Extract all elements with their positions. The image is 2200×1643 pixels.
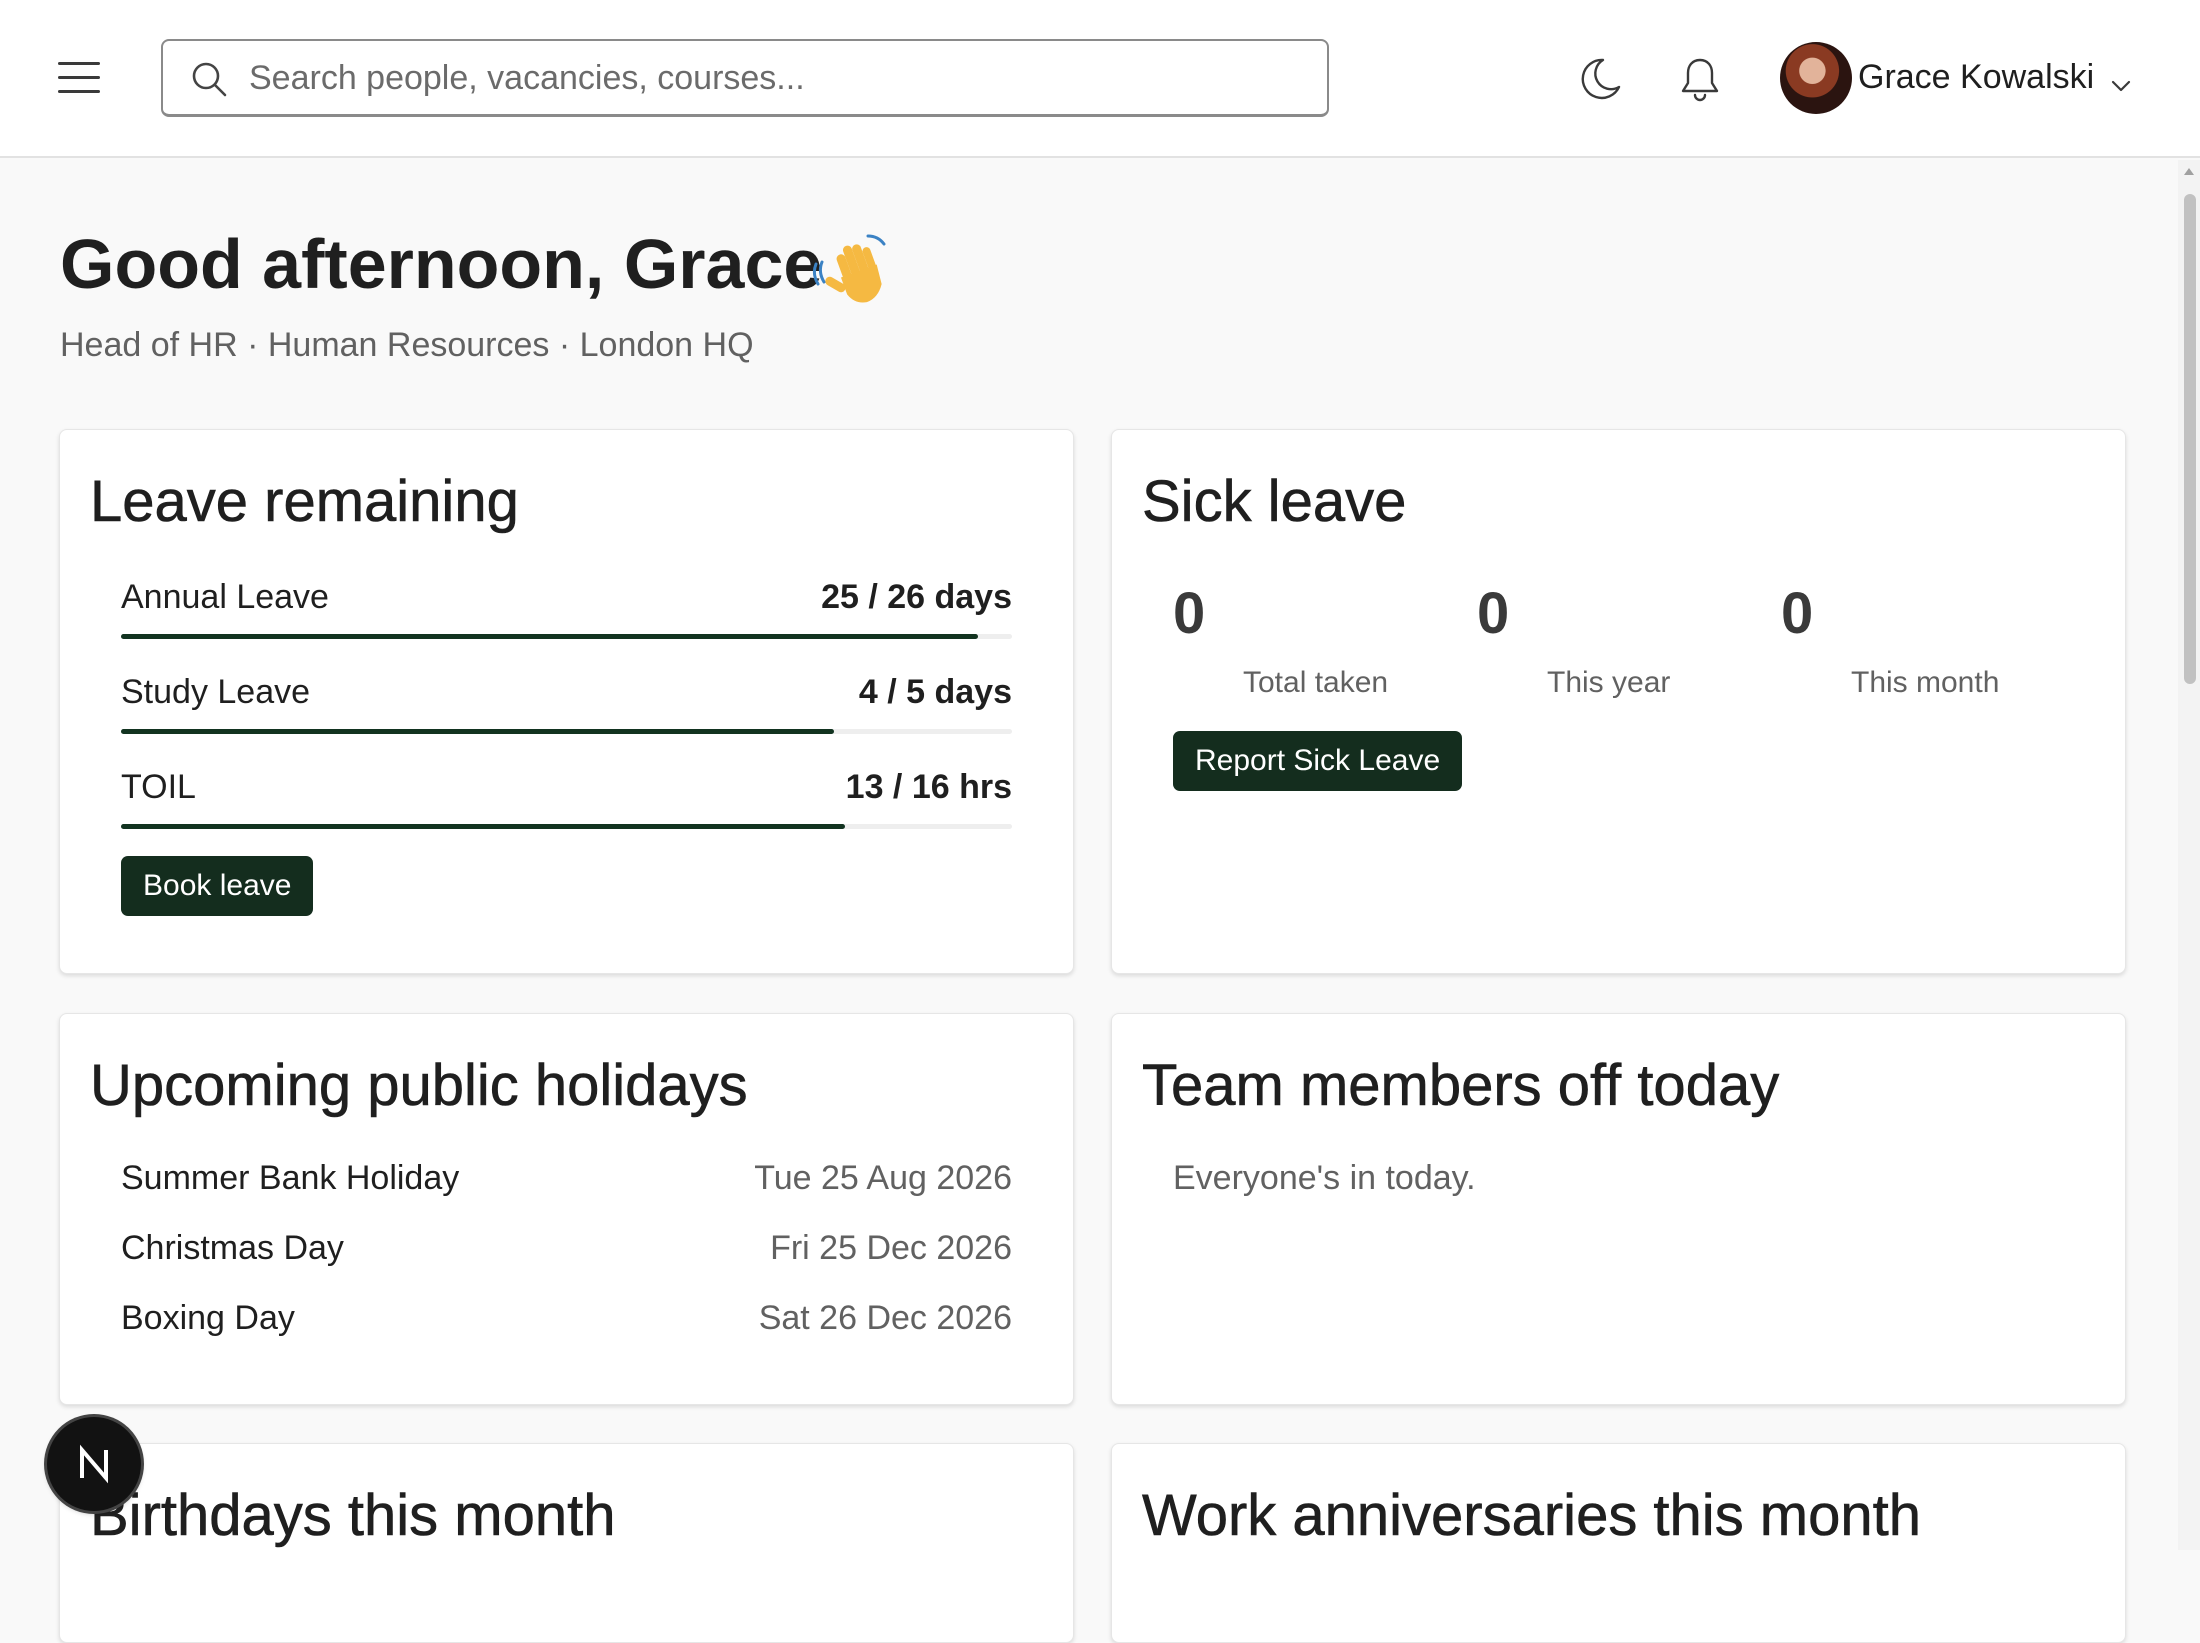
search-box[interactable] — [161, 39, 1329, 117]
empty-state-text: Everyone's in today. — [1173, 1159, 1476, 1197]
stat-label: This month — [1851, 666, 2000, 699]
search-input[interactable] — [247, 49, 1311, 107]
leave-label: Annual Leave — [121, 578, 329, 616]
sick-leave-card: Sick leave 0 Total taken 0 This year 0 T… — [1111, 429, 2126, 974]
leave-row-study: Study Leave 4 / 5 days — [121, 673, 1012, 734]
user-role-subtitle: Head of HR · Human Resources · London HQ — [60, 326, 754, 364]
leave-row-toil: TOIL 13 / 16 hrs — [121, 768, 1012, 829]
avatar[interactable] — [1780, 42, 1852, 114]
dev-tools-button[interactable] — [47, 1417, 141, 1511]
bell-icon — [1681, 58, 1719, 102]
leave-label: TOIL — [121, 768, 196, 806]
stat-this-year: 0 This year — [1477, 580, 1757, 700]
user-name: Grace Kowalski — [1858, 58, 2095, 96]
search-icon — [192, 62, 227, 97]
stat-label: This year — [1547, 666, 1671, 699]
leave-value: 25 / 26 days — [821, 578, 1012, 616]
team-off-today-card: Team members off today Everyone's in tod… — [1111, 1013, 2126, 1405]
holiday-date: Sat 26 Dec 2026 — [758, 1299, 1012, 1337]
public-holidays-card: Upcoming public holidays Summer Bank Hol… — [59, 1013, 1074, 1405]
stat-total-taken: 0 Total taken — [1173, 580, 1453, 700]
scroll-thumb[interactable] — [2184, 194, 2196, 684]
holiday-date: Fri 25 Dec 2026 — [770, 1229, 1012, 1267]
scroll-up-arrow-icon[interactable] — [2184, 168, 2194, 175]
card-title: Work anniversaries this month — [1142, 1483, 1922, 1549]
menu-icon[interactable] — [58, 60, 100, 94]
chevron-down-icon — [2111, 80, 2131, 92]
holiday-name: Boxing Day — [121, 1299, 295, 1337]
book-leave-button[interactable]: Book leave — [121, 856, 314, 916]
moon-icon — [1581, 58, 1621, 100]
progress-fill — [121, 824, 845, 829]
list-item: Christmas Day Fri 25 Dec 2026 — [121, 1229, 1012, 1273]
holiday-name: Summer Bank Holiday — [121, 1159, 460, 1197]
holiday-date: Tue 25 Aug 2026 — [754, 1159, 1012, 1197]
stat-value: 0 — [1173, 581, 1206, 646]
progress-fill — [121, 729, 834, 734]
progress-track — [121, 634, 1012, 639]
leave-label: Study Leave — [121, 673, 311, 711]
page-title: Good afternoon, Grace — [60, 225, 823, 303]
leave-remaining-card: Leave remaining Annual Leave 25 / 26 day… — [59, 429, 1074, 974]
theme-toggle-button[interactable] — [1572, 51, 1628, 107]
work-anniversaries-card: Work anniversaries this month — [1111, 1443, 2126, 1643]
user-menu[interactable]: Grace Kowalski — [1780, 42, 2140, 116]
card-title: Leave remaining — [90, 469, 519, 535]
n-logo-icon — [80, 1444, 108, 1484]
birthdays-card: Birthdays this month — [59, 1443, 1074, 1643]
progress-fill — [121, 634, 978, 639]
stat-value: 0 — [1781, 581, 1814, 646]
leave-row-annual: Annual Leave 25 / 26 days — [121, 578, 1012, 639]
page-scrollbar[interactable] — [2178, 160, 2200, 1550]
card-title: Upcoming public holidays — [90, 1053, 748, 1119]
list-item: Summer Bank Holiday Tue 25 Aug 2026 — [121, 1159, 1012, 1203]
leave-value: 13 / 16 hrs — [845, 768, 1012, 806]
leave-value: 4 / 5 days — [858, 673, 1012, 711]
top-bar: Grace Kowalski — [0, 0, 2200, 158]
progress-track — [121, 824, 1012, 829]
stat-label: Total taken — [1243, 666, 1389, 699]
stat-value: 0 — [1477, 581, 1510, 646]
stat-this-month: 0 This month — [1781, 580, 2061, 700]
progress-track — [121, 729, 1012, 734]
waving-hand-icon — [812, 234, 886, 303]
report-sick-leave-button[interactable]: Report Sick Leave — [1173, 731, 1463, 791]
notifications-button[interactable] — [1672, 51, 1728, 107]
list-item: Boxing Day Sat 26 Dec 2026 — [121, 1299, 1012, 1343]
card-title: Birthdays this month — [90, 1483, 616, 1549]
card-title: Sick leave — [1142, 469, 1407, 535]
holiday-name: Christmas Day — [121, 1229, 344, 1267]
card-title: Team members off today — [1142, 1053, 1780, 1119]
